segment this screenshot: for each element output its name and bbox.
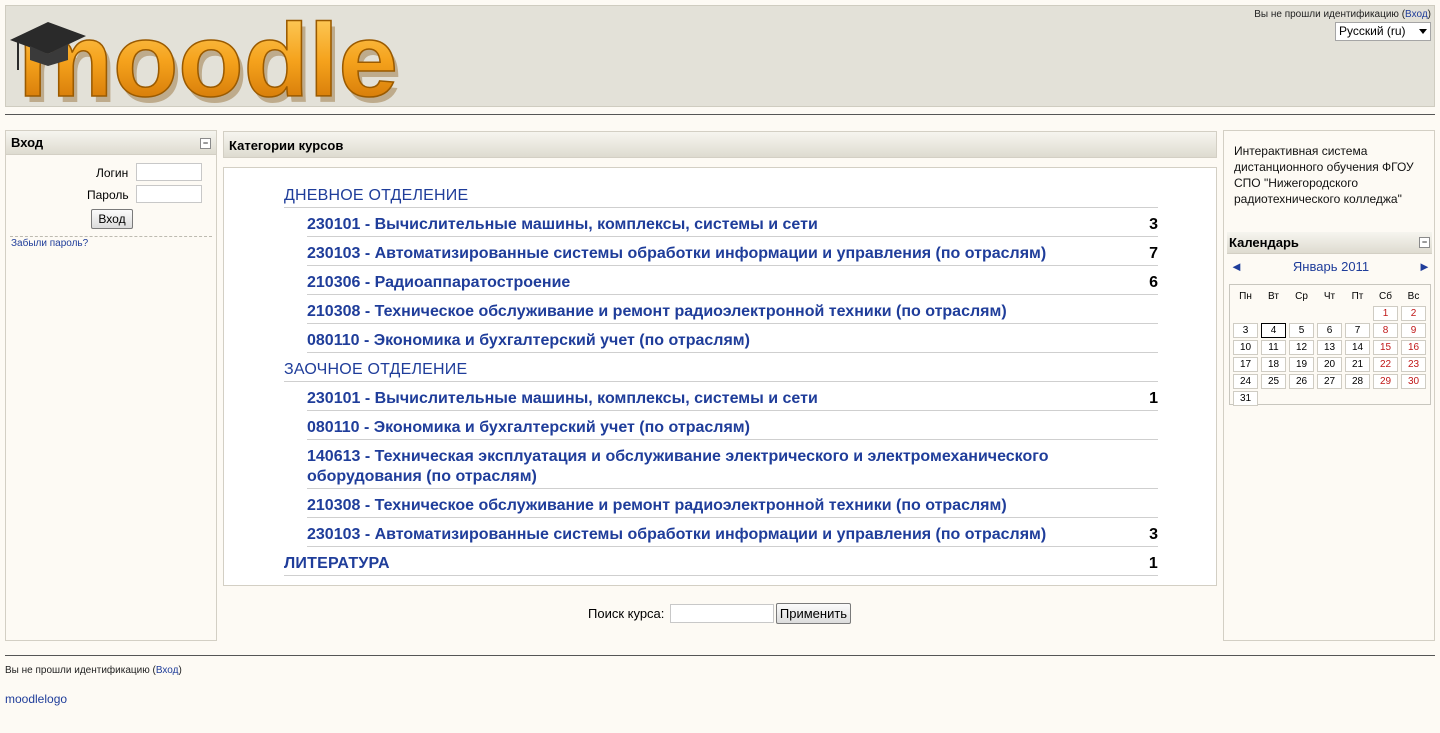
calendar-grid: Пн Вт Ср Чт Пт Сб Вс 1 2 3 4 5 6 7 8 9 10 11 12 13 14 15 16 17… [1229, 284, 1431, 406]
calendar-day[interactable]: 26 [1289, 374, 1314, 389]
category-080110-corr[interactable]: 080110 - Экономика и бухгалтерский учет … [307, 418, 1158, 440]
calendar-day[interactable]: 29 [1373, 374, 1398, 389]
calendar-empty-cell [1401, 391, 1426, 406]
calendar-empty-cell [1317, 391, 1342, 406]
category-day-department[interactable]: ДНЕВНОЕ ОТДЕЛЕНИЕ [284, 186, 1158, 208]
chevron-down-icon [1419, 29, 1427, 34]
category-230103-day[interactable]: 230103 - Автоматизированные системы обра… [307, 244, 1158, 266]
calendar-day[interactable]: 24 [1233, 374, 1258, 389]
category-080110-day[interactable]: 080110 - Экономика и бухгалтерский учет … [307, 331, 1158, 353]
username-label: Логин [96, 166, 129, 180]
forgot-password-link[interactable]: Забыли пароль? [11, 238, 88, 249]
page-header: moodle moodle Вы не прошли идентификацию… [5, 5, 1435, 107]
calendar-day[interactable]: 8 [1373, 323, 1398, 338]
calendar-day[interactable]: 20 [1317, 357, 1342, 372]
calendar-day[interactable]: 17 [1233, 357, 1258, 372]
calendar-day[interactable]: 23 [1401, 357, 1426, 372]
svg-text:moodle: moodle [18, 8, 398, 106]
calendar-day[interactable]: 19 [1289, 357, 1314, 372]
calendar-weekday: Чт [1323, 290, 1336, 302]
calendar-day[interactable]: 28 [1345, 374, 1370, 389]
password-label: Пароль [87, 188, 129, 202]
calendar-day[interactable]: 11 [1261, 340, 1286, 355]
divider [10, 236, 212, 237]
search-submit-button[interactable]: Применить [776, 603, 851, 624]
calendar-day[interactable]: 3 [1233, 323, 1258, 338]
category-210308-day[interactable]: 210308 - Техническое обслуживание и ремо… [307, 302, 1158, 324]
categories-header: Категории курсов [223, 131, 1217, 158]
username-input[interactable] [136, 163, 202, 181]
calendar-day[interactable]: 13 [1317, 340, 1342, 355]
category-210308-corr[interactable]: 210308 - Техническое обслуживание и ремо… [307, 496, 1158, 518]
right-column: Интерактивная система дистанционного обу… [1223, 130, 1435, 641]
calendar-weekday: Ср [1295, 290, 1308, 302]
calendar-empty-cell [1233, 306, 1258, 321]
calendar-month-title[interactable]: Январь 2011 [1291, 259, 1371, 274]
collapse-icon[interactable]: − [1419, 237, 1430, 248]
calendar-weekday: Пн [1239, 290, 1252, 302]
calendar-weekday: Вт [1268, 290, 1279, 302]
calendar-day[interactable]: 7 [1345, 323, 1370, 338]
category-210306-day[interactable]: 210306 - Радиоаппаратостроение 6 [307, 273, 1158, 295]
login-block: Вход − Логин Пароль Вход Забыли пароль? [5, 130, 217, 641]
calendar-day[interactable]: 6 [1317, 323, 1342, 338]
calendar-weekday: Вс [1407, 290, 1420, 302]
calendar-day[interactable]: 12 [1289, 340, 1314, 355]
calendar-day[interactable]: 2 [1401, 306, 1426, 321]
calendar-day[interactable]: 4 [1261, 323, 1286, 338]
password-input[interactable] [136, 185, 202, 203]
course-search-input[interactable] [670, 604, 774, 623]
login-button[interactable]: Вход [91, 209, 133, 229]
language-select[interactable]: Русский (ru) [1335, 22, 1431, 41]
login-block-header: Вход − [6, 131, 216, 155]
header-divider [5, 114, 1435, 115]
calendar-day[interactable]: 14 [1345, 340, 1370, 355]
site-description: Интерактивная система дистанционного обу… [1234, 144, 1414, 206]
category-literature[interactable]: ЛИТЕРАТУРА 1 [284, 554, 1158, 576]
calendar-empty-cell [1261, 306, 1286, 321]
collapse-icon[interactable]: − [200, 138, 211, 149]
footer-login-link[interactable]: Вход [156, 665, 179, 676]
calendar-day[interactable]: 16 [1401, 340, 1426, 355]
category-correspondence-department[interactable]: ЗАОЧНОЕ ОТДЕЛЕНИЕ [284, 360, 1158, 382]
footer-divider [5, 655, 1435, 656]
footer-login-status: Вы не прошли идентификацию (Вход) [5, 665, 182, 676]
calendar-day[interactable]: 10 [1233, 340, 1258, 355]
calendar-empty-cell [1317, 306, 1342, 321]
calendar-day[interactable]: 25 [1261, 374, 1286, 389]
course-search-label: Поиск курса: [588, 606, 665, 621]
calendar-empty-cell [1345, 391, 1370, 406]
login-link[interactable]: Вход [1405, 9, 1428, 20]
calendar-weekday: Сб [1379, 290, 1392, 302]
category-230101-corr[interactable]: 230101 - Вычислительные машины, комплекс… [307, 389, 1158, 411]
calendar-day[interactable]: 15 [1373, 340, 1398, 355]
calendar-weekday: Пт [1351, 290, 1364, 302]
calendar-day[interactable]: 31 [1233, 391, 1258, 406]
calendar-empty-cell [1373, 391, 1398, 406]
calendar-empty-cell [1289, 306, 1314, 321]
next-month-icon[interactable]: ► [1418, 259, 1431, 274]
login-status: Вы не прошли идентификацию (Вход) [1254, 9, 1431, 20]
prev-month-icon[interactable]: ◄ [1230, 259, 1243, 274]
moodle-logo[interactable]: moodle moodle [8, 8, 408, 106]
calendar-day[interactable]: 30 [1401, 374, 1426, 389]
calendar-empty-cell [1345, 306, 1370, 321]
calendar-header: Календарь − [1227, 232, 1432, 254]
category-140613-corr[interactable]: 140613 - Техническая эксплуатация и обсл… [307, 447, 1158, 489]
footer-moodle-logo-link[interactable]: moodlelogo [5, 692, 67, 706]
calendar-day[interactable]: 27 [1317, 374, 1342, 389]
calendar-empty-cell [1261, 391, 1286, 406]
categories-list: ДНЕВНОЕ ОТДЕЛЕНИЕ 230101 - Вычислительны… [223, 167, 1217, 586]
calendar-day[interactable]: 18 [1261, 357, 1286, 372]
calendar-day[interactable]: 21 [1345, 357, 1370, 372]
calendar-day[interactable]: 22 [1373, 357, 1398, 372]
calendar-day[interactable]: 9 [1401, 323, 1426, 338]
calendar-day[interactable]: 1 [1373, 306, 1398, 321]
calendar-day[interactable]: 5 [1289, 323, 1314, 338]
category-230103-corr[interactable]: 230103 - Автоматизированные системы обра… [307, 525, 1158, 547]
category-230101-day[interactable]: 230101 - Вычислительные машины, комплекс… [307, 215, 1158, 237]
calendar-empty-cell [1289, 391, 1314, 406]
